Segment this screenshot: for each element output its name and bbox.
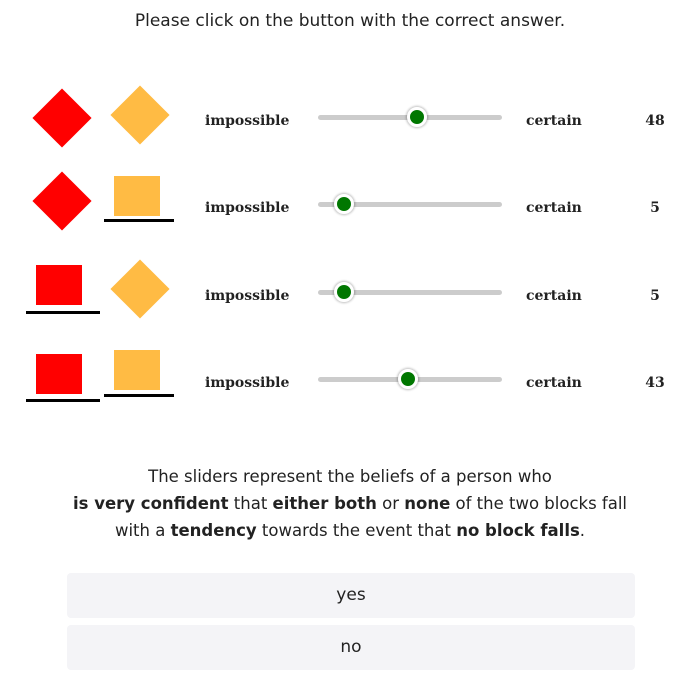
slider-value: 48	[645, 113, 665, 129]
slider-row-1: impossible certain 48	[0, 80, 700, 160]
ground-line	[104, 219, 174, 222]
slider-track[interactable]	[318, 107, 502, 127]
orange-block-tilted	[110, 85, 170, 145]
summary-text: The sliders represent the beliefs of a p…	[0, 463, 700, 544]
high-label: certain	[526, 113, 582, 129]
orange-block-upright	[114, 176, 160, 216]
slider-track[interactable]	[318, 369, 502, 389]
high-label: certain	[526, 200, 582, 216]
slider-track[interactable]	[318, 282, 502, 302]
high-label: certain	[526, 288, 582, 304]
slider-row-2: impossible certain 5	[0, 167, 700, 247]
instruction-text: Please click on the button with the corr…	[134, 11, 566, 31]
slider-track[interactable]	[318, 194, 502, 214]
slider-thumb[interactable]	[334, 194, 355, 214]
ground-line	[104, 394, 174, 397]
low-label: impossible	[205, 288, 290, 304]
red-block-upright	[36, 265, 82, 305]
ground-line	[26, 311, 100, 314]
ground-line	[26, 399, 100, 402]
red-block-tilted	[32, 88, 92, 148]
slider-value: 43	[645, 375, 665, 391]
red-block-upright	[36, 354, 82, 394]
high-label: certain	[526, 375, 582, 391]
orange-block-tilted	[110, 259, 170, 319]
slider-row-3: impossible certain 5	[0, 255, 700, 335]
orange-block-upright	[114, 350, 160, 390]
low-label: impossible	[205, 375, 290, 391]
blocks-illustration	[26, 255, 186, 335]
summary-line-3: with a tendency towards the event that n…	[114, 521, 586, 540]
slider-thumb[interactable]	[406, 107, 427, 127]
low-label: impossible	[205, 113, 290, 129]
slider-value: 5	[650, 200, 660, 216]
slider-value: 5	[650, 288, 660, 304]
summary-line-1: The sliders represent the beliefs of a p…	[148, 467, 552, 486]
slider-row-4: impossible certain 43	[0, 342, 700, 422]
red-block-tilted	[32, 171, 92, 231]
summary-line-2: is very confident that either both or no…	[72, 494, 628, 513]
blocks-illustration	[26, 342, 186, 422]
low-label: impossible	[205, 200, 290, 216]
slider-thumb[interactable]	[398, 369, 419, 389]
blocks-illustration	[26, 167, 186, 247]
blocks-illustration	[26, 80, 186, 160]
no-button[interactable]: no	[67, 625, 635, 670]
slider-thumb[interactable]	[334, 282, 355, 302]
yes-button[interactable]: yes	[67, 573, 635, 618]
